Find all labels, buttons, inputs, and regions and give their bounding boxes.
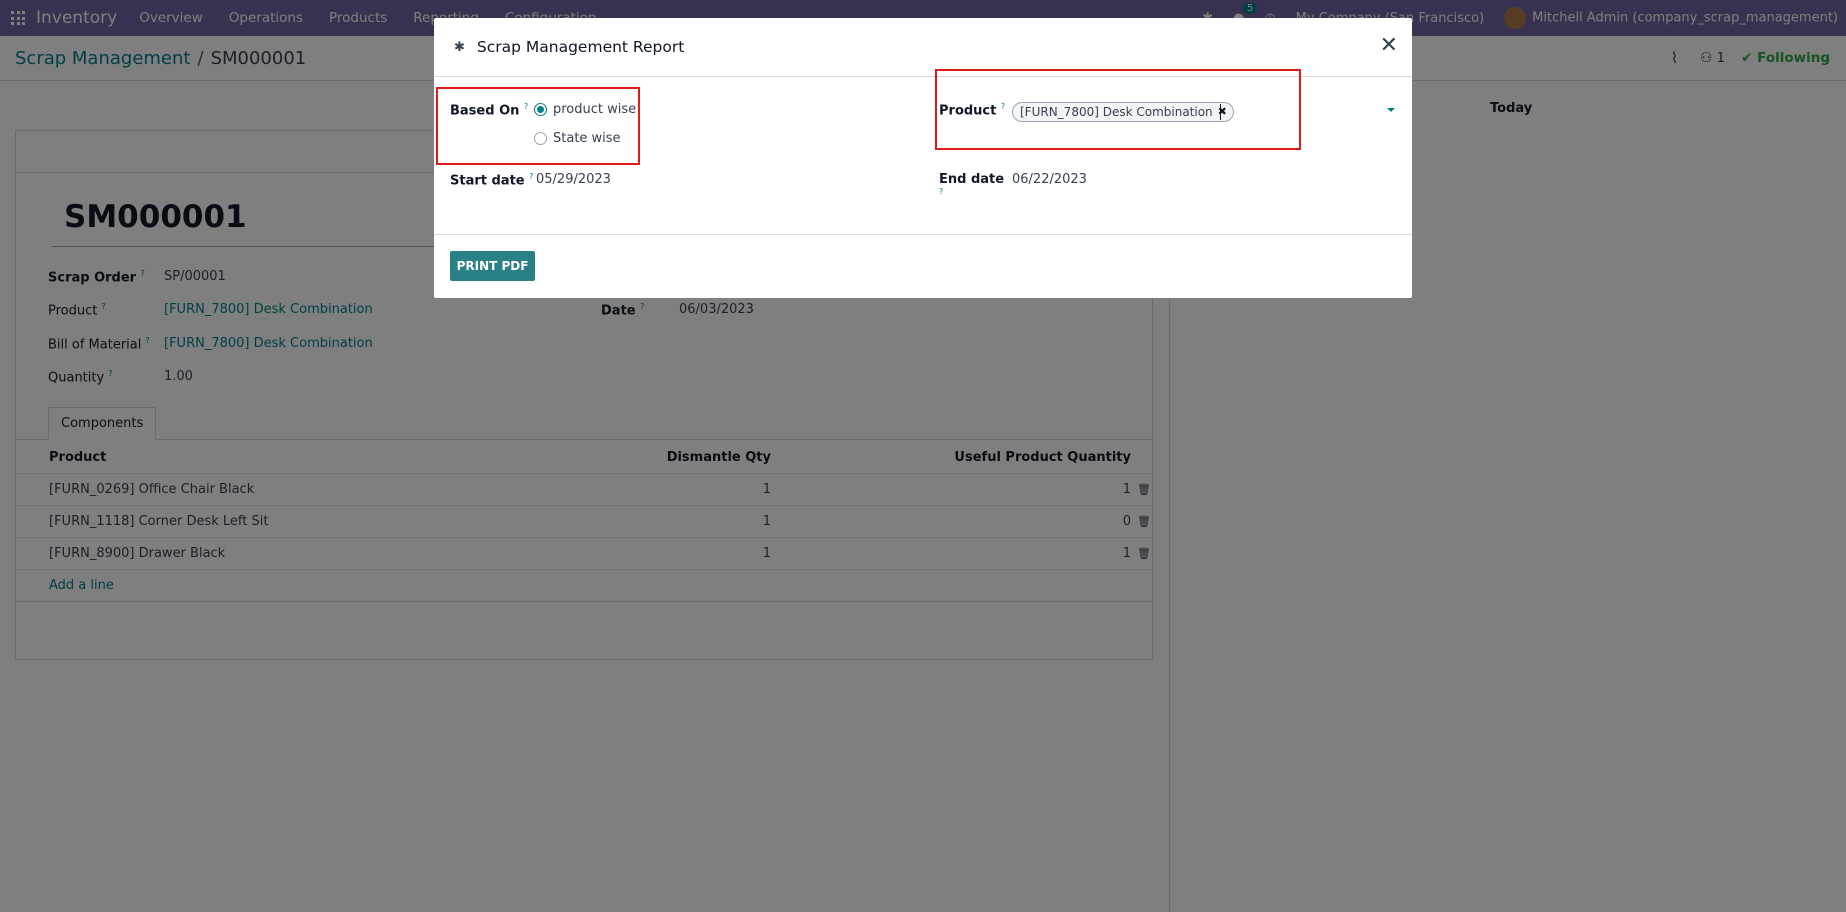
bug-icon: ✱	[454, 39, 465, 55]
close-icon[interactable]: ✕	[1380, 35, 1398, 57]
scrap-report-dialog: ✱ Scrap Management Report ✕ Based On ? p…	[434, 18, 1412, 298]
print-pdf-button[interactable]: PRINT PDF	[450, 251, 535, 281]
start-date-label: Start date	[450, 173, 525, 189]
dialog-footer	[434, 234, 1412, 298]
dropdown-caret-icon[interactable]	[1387, 108, 1395, 112]
highlight-box-based-on	[436, 87, 640, 165]
help-icon[interactable]: ?	[939, 187, 943, 196]
end-date-input[interactable]: 06/22/2023	[1012, 172, 1087, 203]
start-date-field: Start date ? 05/29/2023	[450, 172, 611, 188]
dialog-title: Scrap Management Report	[476, 38, 685, 56]
highlight-box-product	[935, 69, 1301, 150]
help-icon[interactable]: ?	[529, 172, 533, 181]
end-date-label: End date	[939, 172, 1005, 187]
end-date-field: End date ? 06/22/2023	[939, 172, 1087, 203]
start-date-input[interactable]: 05/29/2023	[536, 172, 611, 188]
